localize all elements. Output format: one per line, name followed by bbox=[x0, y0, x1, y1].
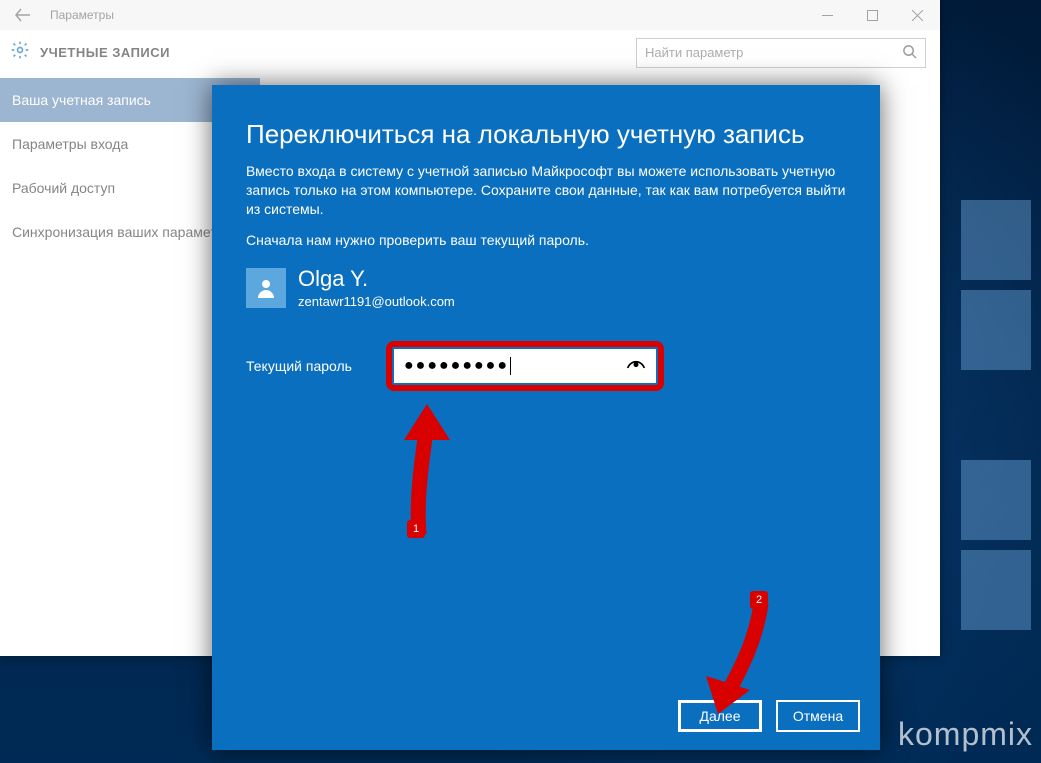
window-title: Параметры bbox=[46, 8, 114, 22]
password-mask: ●●●●●●●●● bbox=[404, 357, 626, 375]
annotation-arrow-1 bbox=[394, 404, 454, 534]
user-email: zentawr1191@outlook.com bbox=[298, 294, 455, 309]
dialog-paragraph: Сначала нам нужно проверить ваш текущий … bbox=[246, 231, 846, 250]
dialog-paragraph: Вместо входа в систему с учетной записью… bbox=[246, 162, 846, 219]
sidebar-item-label: Синхронизация ваших параметров bbox=[12, 224, 240, 240]
annotation-badge-2: 2 bbox=[750, 591, 768, 609]
decorative-light-panes bbox=[941, 200, 1041, 630]
minimize-button[interactable] bbox=[805, 0, 850, 30]
reveal-password-icon[interactable] bbox=[626, 356, 646, 375]
search-input[interactable]: Найти параметр bbox=[636, 38, 926, 68]
dialog-body: Вместо входа в систему с учетной записью… bbox=[246, 162, 846, 250]
search-icon bbox=[902, 44, 917, 62]
annotation-arrow-2 bbox=[706, 604, 776, 714]
password-label: Текущий пароль bbox=[246, 358, 386, 374]
gear-icon bbox=[10, 40, 40, 65]
button-label: Отмена bbox=[793, 708, 843, 724]
sidebar-item-label: Ваша учетная запись bbox=[12, 92, 151, 108]
cancel-button[interactable]: Отмена bbox=[776, 700, 860, 732]
maximize-button[interactable] bbox=[850, 0, 895, 30]
title-bar: Параметры bbox=[0, 0, 940, 30]
search-placeholder: Найти параметр bbox=[645, 45, 902, 60]
dialog-title: Переключиться на локальную учетную запис… bbox=[246, 119, 846, 150]
password-row: Текущий пароль ●●●●●●●●● bbox=[246, 341, 846, 391]
annotation-highlight-box: ●●●●●●●●● bbox=[386, 341, 664, 391]
user-display-name: Olga Y. bbox=[298, 268, 455, 290]
annotation-badge-1: 1 bbox=[407, 520, 425, 538]
header-title: УЧЕТНЫЕ ЗАПИСИ bbox=[40, 45, 170, 60]
switch-local-account-dialog: Переключиться на локальную учетную запис… bbox=[212, 85, 880, 750]
close-button[interactable] bbox=[895, 0, 940, 30]
back-button[interactable] bbox=[0, 0, 46, 30]
sidebar-item-label: Рабочий доступ bbox=[12, 180, 115, 196]
sidebar-item-label: Параметры входа bbox=[12, 136, 128, 152]
user-row: Olga Y. zentawr1191@outlook.com bbox=[246, 268, 846, 309]
current-password-input[interactable]: ●●●●●●●●● bbox=[394, 349, 656, 383]
avatar bbox=[246, 268, 286, 308]
settings-header: УЧЕТНЫЕ ЗАПИСИ Найти параметр bbox=[0, 30, 940, 75]
